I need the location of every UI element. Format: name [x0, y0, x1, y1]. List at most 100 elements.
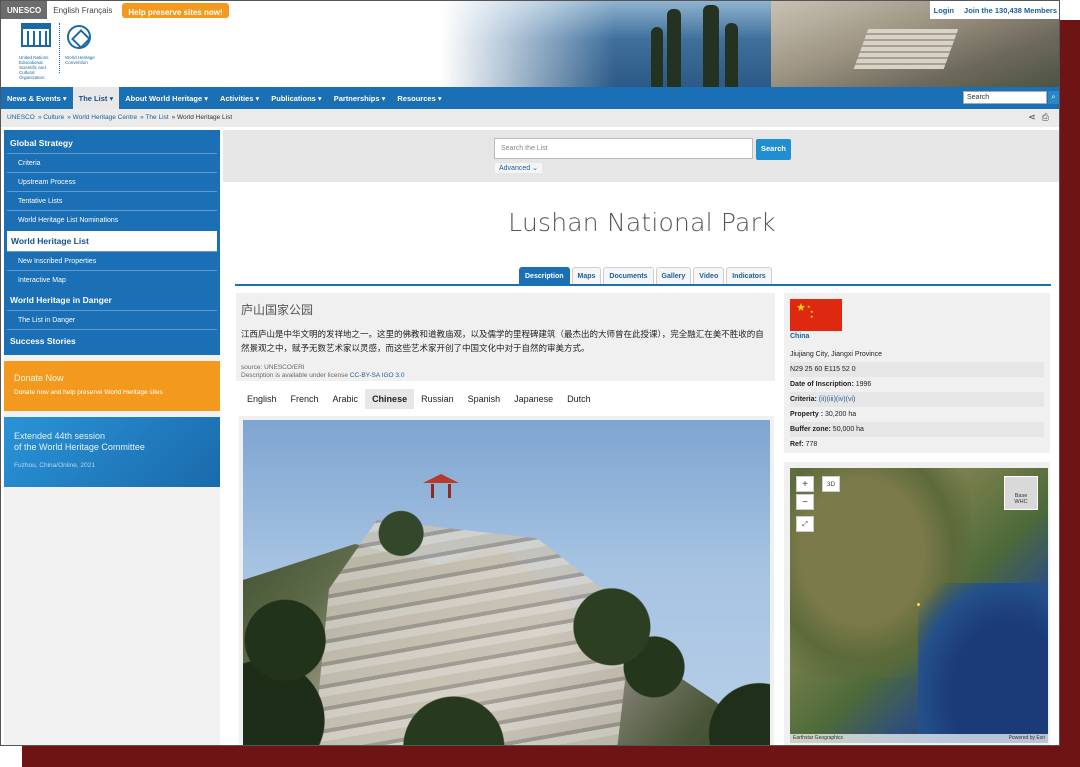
list-search-panel: Search the List Search Advanced ⌄	[223, 130, 1059, 182]
nav-news-events[interactable]: News & Events ▾	[1, 87, 73, 109]
breadcrumb-the-list[interactable]: » The List	[140, 114, 168, 127]
tabs-divider	[235, 284, 1051, 286]
unesco-temple-icon	[21, 23, 51, 47]
info-ref: Ref: 778	[790, 437, 1044, 452]
nav-the-list[interactable]: The List ▾	[72, 87, 120, 109]
lang-english[interactable]: English	[240, 389, 284, 409]
info-property: Property : 30,200 ha	[790, 407, 1044, 422]
breadcrumb: UNESCO » Culture » World Heritage Centre…	[1, 109, 1059, 127]
language-switcher[interactable]: English Français	[47, 1, 118, 19]
lang-spanish[interactable]: Spanish	[461, 389, 508, 409]
site-search-button[interactable]: ⌕	[1048, 91, 1059, 104]
tab-gallery[interactable]: Gallery	[655, 267, 692, 284]
inscription-value: 1996	[855, 381, 872, 388]
description-title: 庐山国家公园	[241, 303, 314, 317]
nav-partnerships[interactable]: Partnerships ▾	[328, 87, 392, 109]
tab-documents[interactable]: Documents	[603, 267, 654, 284]
sidebar-item-criteria[interactable]: Criteria	[7, 153, 217, 172]
breadcrumb-culture[interactable]: » Culture	[38, 114, 64, 127]
unesco-link[interactable]: UNESCO	[1, 1, 48, 19]
session-line-2: of the World Heritage Committee	[14, 442, 145, 452]
world-heritage-emblem-icon	[67, 25, 91, 49]
lang-arabic[interactable]: Arabic	[326, 389, 366, 409]
ref-value: 778	[805, 441, 818, 448]
breadcrumb-whc[interactable]: » World Heritage Centre	[67, 114, 137, 127]
sidebar-item-upstream-process[interactable]: Upstream Process	[7, 172, 217, 191]
property-label: Property :	[790, 411, 824, 418]
sidebar-item-tentative-lists[interactable]: Tentative Lists	[7, 191, 217, 210]
buffer-label: Buffer zone:	[790, 426, 831, 433]
search-icon: ⌕	[1051, 94, 1056, 101]
info-country[interactable]: China	[790, 333, 1044, 340]
breadcrumb-unesco[interactable]: UNESCO	[7, 114, 35, 127]
sidebar-menu: Global Strategy Criteria Upstream Proces…	[4, 130, 220, 355]
nav-resources[interactable]: Resources ▾	[391, 87, 447, 109]
site-search-input[interactable]: Search	[963, 91, 1047, 104]
language-tabs: English French Arabic Chinese Russian Sp…	[240, 389, 598, 409]
attribution-text: Earthstar Geographics	[793, 735, 844, 741]
sidebar-item-global-strategy[interactable]: Global Strategy	[4, 132, 220, 153]
description-source: source: UNESCO/ERI Description is availa…	[241, 364, 770, 380]
lang-french[interactable]: French	[284, 389, 326, 409]
tab-indicators[interactable]: Indicators	[726, 267, 772, 284]
account-links: Login Join the 130,438 Members	[929, 1, 1059, 19]
source-text: source: UNESCO/ERI	[241, 364, 305, 371]
sidebar-item-list-in-danger[interactable]: The List in Danger	[7, 310, 217, 329]
satellite-map[interactable]: + − ⤢ 3D Base WHC Earthstar Geographics …	[790, 468, 1048, 743]
fullscreen-icon[interactable]: ⤢	[796, 516, 814, 532]
3d-toggle-button[interactable]: 3D	[822, 476, 840, 492]
lang-japanese[interactable]: Japanese	[507, 389, 560, 409]
tab-video[interactable]: Video	[693, 267, 725, 284]
info-location: Jiujiang City, Jiangxi Province	[790, 351, 883, 358]
site-photo[interactable]	[243, 420, 770, 745]
criteria-value[interactable]: (ii)(iii)(iv)(vi)	[819, 396, 856, 403]
china-flag-icon: ★ ★ ★ ★	[790, 299, 842, 331]
license-link[interactable]: CC-BY-SA IGO 3.0	[350, 372, 405, 379]
browser-page: UNESCO English Français Help preserve si…	[0, 0, 1060, 746]
advanced-search-toggle[interactable]: Advanced ⌄	[495, 163, 542, 173]
tab-maps[interactable]: Maps	[571, 267, 602, 284]
sidebar-item-heritage-in-danger[interactable]: World Heritage in Danger	[4, 289, 220, 310]
pavilion-in-photo	[423, 474, 459, 504]
session-place: Fuzhou, China/Online, 2021	[14, 462, 95, 469]
location-marker[interactable]	[917, 603, 920, 606]
sidebar-item-world-heritage-list[interactable]: World Heritage List	[7, 231, 217, 251]
buffer-value: 50,000 ha	[832, 426, 864, 433]
tab-description[interactable]: Description	[519, 267, 570, 284]
sidebar-item-interactive-map[interactable]: Interactive Map	[7, 270, 217, 289]
page-title: Lushan National Park	[508, 208, 776, 237]
property-tabs: Description Maps Documents Gallery Video…	[519, 267, 772, 284]
list-search-input[interactable]: Search the List	[494, 138, 753, 159]
zoom-in-button[interactable]: +	[796, 476, 814, 492]
help-preserve-button[interactable]: Help preserve sites now!	[122, 3, 229, 18]
basemap-label-2: WHC	[1014, 499, 1028, 505]
unesco-whc-logo[interactable]: United Nations Educational, Scientific a…	[19, 23, 95, 80]
list-search-button[interactable]: Search	[756, 139, 791, 160]
powered-by-text[interactable]: Powered by Esri	[1009, 735, 1045, 742]
lang-dutch[interactable]: Dutch	[560, 389, 598, 409]
sidebar-item-nominations[interactable]: World Heritage List Nominations	[7, 210, 217, 229]
sidebar-item-success-stories[interactable]: Success Stories	[7, 329, 217, 351]
info-criteria: Criteria: (ii)(iii)(iv)(vi)	[790, 392, 1044, 407]
print-icon[interactable]: ⎙	[1042, 112, 1049, 123]
login-link[interactable]: Login	[934, 6, 954, 15]
criteria-label: Criteria:	[790, 396, 817, 403]
lang-chinese[interactable]: Chinese	[365, 389, 415, 409]
nav-publications[interactable]: Publications ▾	[265, 87, 327, 109]
basemap-switcher[interactable]: Base WHC	[1004, 476, 1038, 510]
join-link[interactable]: Join the 130,438 Members	[964, 6, 1057, 15]
main-content: Search the List Search Advanced ⌄ Lushan…	[223, 130, 1059, 745]
donate-banner[interactable]: Donate Now Donate now and help preserve …	[4, 361, 220, 411]
sidebar-item-new-inscribed[interactable]: New Inscribed Properties	[7, 251, 217, 270]
top-bar: UNESCO English Français Help preserve si…	[1, 1, 229, 19]
unesco-logo-text: United Nations Educational, Scientific a…	[19, 55, 49, 80]
whc-logo-text: World Heritage Convention	[65, 55, 95, 65]
map-attribution: Earthstar Geographics Powered by Esri	[790, 734, 1048, 743]
nav-about[interactable]: About World Heritage ▾	[119, 87, 214, 109]
share-icon[interactable]: ⋖	[1028, 112, 1036, 123]
zoom-out-button[interactable]: −	[796, 494, 814, 510]
main-nav: News & Events ▾ The List ▾ About World H…	[1, 87, 1059, 109]
committee-session-banner[interactable]: Extended 44th session of the World Herit…	[4, 417, 220, 487]
nav-activities[interactable]: Activities ▾	[214, 87, 265, 109]
lang-russian[interactable]: Russian	[414, 389, 461, 409]
